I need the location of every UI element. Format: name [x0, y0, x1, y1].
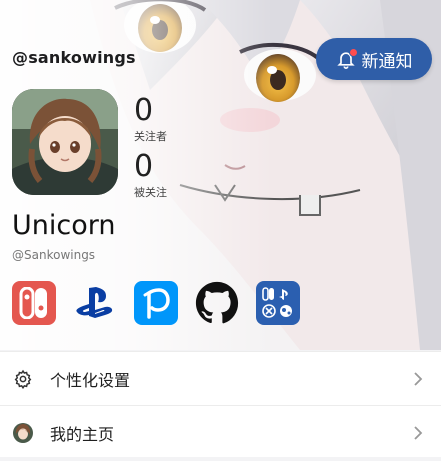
followers-stat[interactable]: 0 被关注	[134, 152, 167, 200]
notification-badge	[348, 48, 358, 57]
bell-icon	[336, 48, 358, 69]
profile-card: @sankowings 新通知 0 关注者 0 被关注 Unicorn @San…	[0, 0, 441, 350]
following-count: 0	[134, 93, 154, 128]
following-label: 关注者	[134, 130, 167, 143]
avatar[interactable]	[12, 89, 118, 195]
chevron-right-icon	[414, 371, 423, 386]
menu-item-my-homepage[interactable]: 我的主页	[0, 405, 441, 459]
menu-item-label: 我的主页	[50, 424, 115, 444]
followers-count: 0	[134, 149, 154, 184]
nintendo-switch-icon[interactable]	[12, 281, 56, 325]
following-stat[interactable]: 0 关注者	[134, 96, 167, 144]
github-icon[interactable]	[195, 281, 239, 325]
gear-icon	[12, 368, 34, 390]
display-name: Unicorn	[12, 210, 116, 241]
game-platforms-icon[interactable]	[256, 281, 300, 325]
chevron-right-icon	[414, 425, 423, 440]
bottom-spacer	[0, 457, 441, 461]
new-notifications-label: 新通知	[361, 51, 413, 72]
menu-item-label: 个性化设置	[50, 370, 131, 390]
username: @sankowings	[12, 48, 136, 67]
playstation-icon[interactable]	[73, 281, 117, 325]
settings-menu: 个性化设置 我的主页	[0, 351, 441, 459]
user-handle: @Sankowings	[12, 248, 96, 262]
menu-item-personalization[interactable]: 个性化设置	[0, 351, 441, 405]
pixiv-icon[interactable]	[134, 281, 178, 325]
followers-label: 被关注	[134, 186, 167, 199]
platform-links	[12, 281, 300, 325]
avatar-icon	[12, 422, 34, 444]
new-notifications-button[interactable]: 新通知	[316, 38, 432, 80]
